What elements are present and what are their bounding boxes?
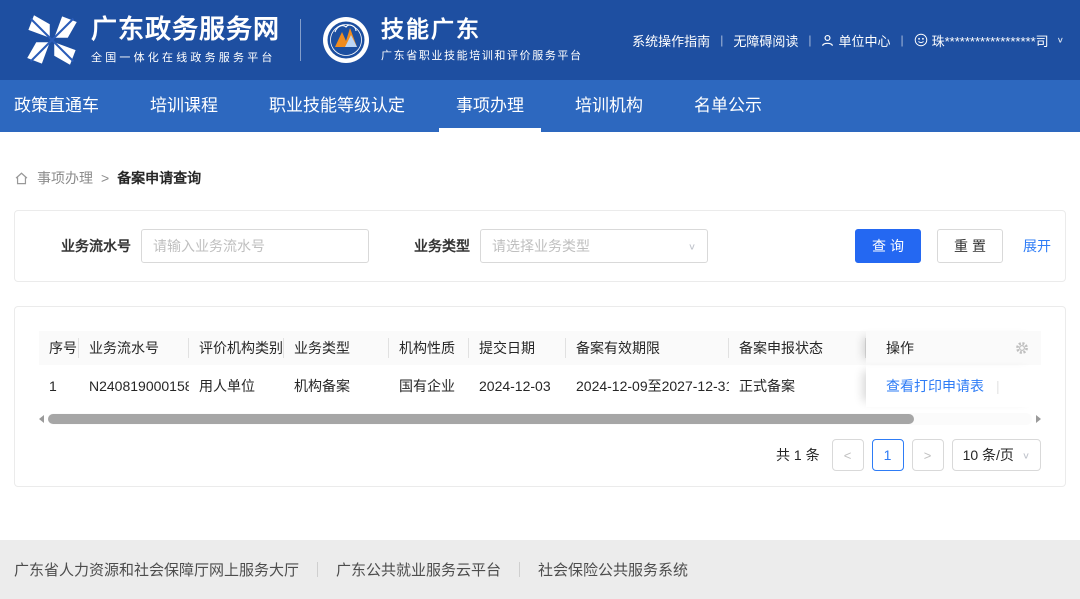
col-header-no: 序号 (39, 331, 79, 365)
cell-submit-date: 2024-12-03 (469, 365, 566, 407)
table-header-row: 序号 业务流水号 评价机构类别 业务类型 机构性质 提交日期 备案有效期限 备案… (39, 331, 1041, 365)
cell-no: 1 (39, 365, 79, 407)
accessibility-link[interactable]: 无障碍阅读 (733, 31, 798, 50)
header-links: 系统操作指南 | 无障碍阅读 | 单位中心 | 珠***************… (632, 31, 1064, 50)
search-actions: 查询 重置 展开 (855, 229, 1051, 263)
col-header-serial: 业务流水号 (79, 331, 189, 365)
breadcrumb-separator: > (101, 170, 109, 186)
col-header-submit-date: 提交日期 (469, 331, 566, 365)
scrollbar-track[interactable] (48, 413, 1032, 425)
scroll-right-arrow-icon[interactable] (1036, 415, 1041, 423)
user-account-dropdown[interactable]: 珠******************司 ∨ (914, 31, 1064, 50)
site-title: 广东政务服务网 (91, 15, 280, 44)
business-type-select[interactable]: 请选择业务类型 ∨ (480, 229, 708, 263)
link-separator: | (900, 33, 903, 47)
cell-nature: 国有企业 (389, 365, 469, 407)
col-header-operation: 操作 (866, 331, 1041, 365)
footer-link-hr-service-hall[interactable]: 广东省人力资源和社会保障厅网上服务大厅 (14, 559, 299, 580)
platform-subtitle: 广东省职业技能培训和评价服务平台 (381, 47, 583, 63)
page-size-value: 10 条/页 (963, 445, 1014, 465)
next-page-button[interactable]: > (912, 439, 944, 471)
chevron-down-icon: ∨ (1022, 450, 1030, 460)
breadcrumb-current: 备案申请查询 (117, 168, 201, 188)
col-header-nature: 机构性质 (389, 331, 469, 365)
footer-divider (317, 562, 318, 577)
page-size-select[interactable]: 10 条/页 ∨ (952, 439, 1041, 471)
reset-button[interactable]: 重置 (937, 229, 1003, 263)
col-header-status: 备案申报状态 (729, 331, 866, 365)
footer-divider (519, 562, 520, 577)
breadcrumb-section[interactable]: 事项办理 (37, 168, 93, 188)
col-header-validity: 备案有效期限 (566, 331, 729, 365)
scroll-left-arrow-icon[interactable] (39, 415, 44, 423)
query-button[interactable]: 查询 (855, 229, 921, 263)
brand-divider (300, 19, 301, 61)
link-separator: | (808, 33, 811, 47)
user-avatar-icon (914, 33, 928, 47)
skills-guangdong-badge-icon (321, 15, 371, 65)
unit-center-link[interactable]: 单位中心 (821, 31, 890, 50)
breadcrumb: 事项办理 > 备案申请查询 (14, 168, 1066, 188)
business-type-label: 业务类型 (414, 236, 470, 256)
link-separator: | (720, 33, 723, 47)
cell-serial: N240819000158 (79, 365, 189, 407)
site-subtitle: 全国一体化在线政务服务平台 (91, 49, 280, 65)
prev-page-button[interactable]: < (832, 439, 864, 471)
table-row: 1 N240819000158 用人单位 机构备案 国有企业 2024-12-0… (39, 365, 1041, 407)
nav-item-policy-express[interactable]: 政策直通车 (14, 80, 99, 132)
col-header-category: 评价机构类别 (189, 331, 284, 365)
serial-number-input[interactable] (141, 229, 369, 263)
site-brand: 广东政务服务网 全国一体化在线政务服务平台 (25, 13, 280, 67)
footer-link-social-insurance[interactable]: 社会保险公共服务系统 (538, 559, 688, 580)
horizontal-scrollbar[interactable] (39, 413, 1041, 425)
search-panel: 业务流水号 业务类型 请选择业务类型 ∨ 查询 重置 展开 (14, 210, 1066, 282)
operation-label: 操作 (886, 338, 914, 358)
cell-operation: 查看打印申请表 | (866, 365, 1041, 407)
cell-status: 正式备案 (729, 365, 866, 407)
serial-number-label: 业务流水号 (61, 236, 131, 256)
results-panel: 序号 业务流水号 评价机构类别 业务类型 机构性质 提交日期 备案有效期限 备案… (14, 306, 1066, 487)
pinwheel-logo-icon (25, 13, 79, 67)
cell-category: 用人单位 (189, 365, 284, 407)
cell-validity: 2024-12-09至2027-12-31 (566, 365, 729, 407)
unit-center-label: 单位中心 (838, 31, 890, 50)
nav-item-list-publicity[interactable]: 名单公示 (694, 80, 762, 132)
footer-link-employment-cloud[interactable]: 广东公共就业服务云平台 (336, 559, 501, 580)
nav-item-training-institutions[interactable]: 培训机构 (575, 80, 643, 132)
top-header: 广东政务服务网 全国一体化在线政务服务平台 技能广东 广东省职业技能培训和评价服… (0, 0, 1080, 80)
pagination-total: 共 1 条 (776, 445, 820, 465)
action-divider: | (996, 378, 1000, 394)
pagination: 共 1 条 < 1 > 10 条/页 ∨ (39, 439, 1041, 471)
business-type-placeholder: 请选择业务类型 (492, 236, 590, 256)
system-guide-link[interactable]: 系统操作指南 (632, 31, 710, 50)
page-number-button[interactable]: 1 (872, 439, 904, 471)
col-header-type: 业务类型 (284, 331, 389, 365)
nav-item-skill-level-certification[interactable]: 职业技能等级认定 (269, 80, 405, 132)
platform-brand: 技能广东 广东省职业技能培训和评价服务平台 (321, 15, 583, 65)
footer: 广东省人力资源和社会保障厅网上服务大厅 广东公共就业服务云平台 社会保险公共服务… (0, 540, 1080, 599)
platform-title: 技能广东 (381, 17, 583, 42)
chevron-down-icon: ∨ (688, 241, 696, 251)
nav-item-matter-handling[interactable]: 事项办理 (456, 80, 524, 132)
chevron-down-icon: ∨ (1057, 36, 1064, 45)
nav-item-training-courses[interactable]: 培训课程 (150, 80, 218, 132)
gear-icon[interactable] (1015, 341, 1029, 355)
home-icon[interactable] (14, 171, 29, 186)
user-name: 珠******************司 (932, 31, 1049, 50)
cell-type: 机构备案 (284, 365, 389, 407)
main-nav: 政策直通车 培训课程 职业技能等级认定 事项办理 培训机构 名单公示 (0, 80, 1080, 132)
scrollbar-thumb[interactable] (48, 414, 914, 424)
view-print-application-link[interactable]: 查看打印申请表 (886, 376, 984, 396)
person-icon (821, 34, 834, 47)
expand-link[interactable]: 展开 (1023, 236, 1051, 256)
